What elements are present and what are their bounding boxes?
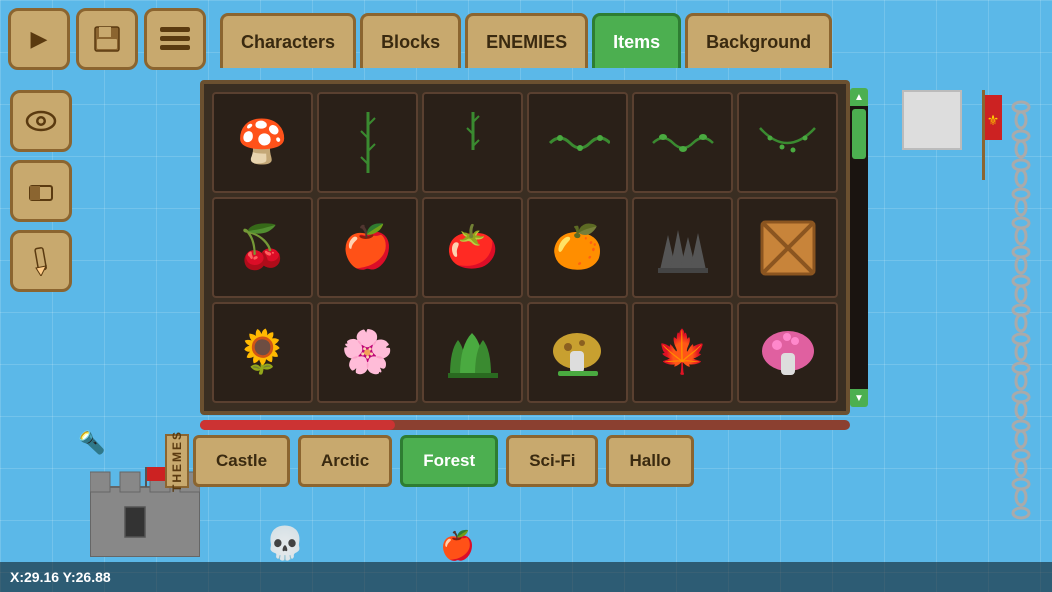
tab-background[interactable]: Background <box>685 13 832 68</box>
item-spikes[interactable] <box>632 197 733 298</box>
item-redleaf[interactable]: 🍁 <box>632 302 733 403</box>
spikes-icon <box>650 215 715 280</box>
theme-bar: THEMES Castle Arctic Forest Sci-Fi Hallo <box>165 432 865 490</box>
apple-ground-decoration: 🍎 <box>440 529 475 562</box>
svg-text:⚜: ⚜ <box>987 112 1000 128</box>
theme-hallo[interactable]: Hallo <box>606 435 694 487</box>
white-square-decoration <box>902 90 962 150</box>
vine-chain-icon <box>545 128 610 158</box>
item-vine-chain[interactable] <box>527 92 628 193</box>
grass-icon <box>440 325 505 380</box>
skeleton-decoration: 💀 <box>265 524 305 562</box>
items-grid: 🍄 <box>212 92 838 403</box>
category-tabs: Characters Blocks ENEMIES Items Backgrou… <box>220 8 832 70</box>
play-button[interactable]: ▶ <box>8 8 70 70</box>
item-sunflower[interactable]: 🌻 <box>212 302 313 403</box>
scroll-down-button[interactable]: ▼ <box>850 389 868 407</box>
tab-blocks[interactable]: Blocks <box>360 13 461 68</box>
eraser-icon <box>26 176 56 206</box>
panel-scrollbar[interactable]: ▲ ▼ <box>850 88 868 407</box>
panel-progress-bar <box>200 420 850 430</box>
save-icon <box>91 23 123 55</box>
items-panel: 🍄 <box>200 80 850 415</box>
menu-button[interactable] <box>144 8 206 70</box>
item-flower[interactable]: 🌸 <box>317 302 418 403</box>
item-mushroom[interactable]: 🍄 <box>212 92 313 193</box>
item-apple[interactable]: 🍎 <box>317 197 418 298</box>
vine-necklace-icon <box>755 123 820 163</box>
torch-decoration: 🔦 <box>78 430 105 456</box>
item-vine-chain2[interactable] <box>632 92 733 193</box>
pink-mushroom-icon <box>759 323 817 383</box>
item-orange[interactable]: 🍊 <box>527 197 628 298</box>
vine-chain2-icon <box>650 128 715 158</box>
toolbar: ▶ Characters Blocks ENEMIES Items Backgr… <box>0 0 1052 78</box>
tab-characters[interactable]: Characters <box>220 13 356 68</box>
item-vine-tall[interactable] <box>317 92 418 193</box>
item-pink-mushroom[interactable] <box>737 302 838 403</box>
flag-decoration: ⚜ <box>967 90 1002 185</box>
crate-icon <box>758 218 818 278</box>
vine-tall-icon <box>353 110 383 175</box>
scroll-up-button[interactable]: ▲ <box>850 88 868 106</box>
coordinates: X:29.16 Y:26.88 <box>10 569 111 585</box>
eraser-tool-button[interactable] <box>10 160 72 222</box>
item-mushroom-gold[interactable] <box>527 302 628 403</box>
tab-enemies[interactable]: ENEMIES <box>465 13 588 68</box>
item-vine-necklace[interactable] <box>737 92 838 193</box>
item-crate[interactable] <box>737 197 838 298</box>
status-bar: X:29.16 Y:26.88 <box>0 562 1052 592</box>
pencil-tool-button[interactable] <box>10 230 72 292</box>
tab-items[interactable]: Items <box>592 13 681 68</box>
scroll-thumb <box>852 109 866 159</box>
item-tomato[interactable]: 🍅 <box>422 197 523 298</box>
vine-short-icon <box>458 110 488 175</box>
theme-scifi[interactable]: Sci-Fi <box>506 435 598 487</box>
eye-icon <box>25 110 57 132</box>
menu-icon <box>160 27 190 51</box>
chain-decoration <box>1009 92 1034 527</box>
theme-castle[interactable]: Castle <box>193 435 290 487</box>
item-vine-short[interactable] <box>422 92 523 193</box>
pencil-icon <box>27 246 55 276</box>
theme-forest[interactable]: Forest <box>400 435 498 487</box>
mushroom-gold-icon <box>550 323 605 383</box>
scroll-track <box>850 106 868 389</box>
themes-label: THEMES <box>165 434 189 488</box>
theme-arctic[interactable]: Arctic <box>298 435 392 487</box>
eye-tool-button[interactable] <box>10 90 72 152</box>
progress-fill <box>200 420 395 430</box>
item-cherries[interactable]: 🍒 <box>212 197 313 298</box>
save-button[interactable] <box>76 8 138 70</box>
item-grass[interactable] <box>422 302 523 403</box>
